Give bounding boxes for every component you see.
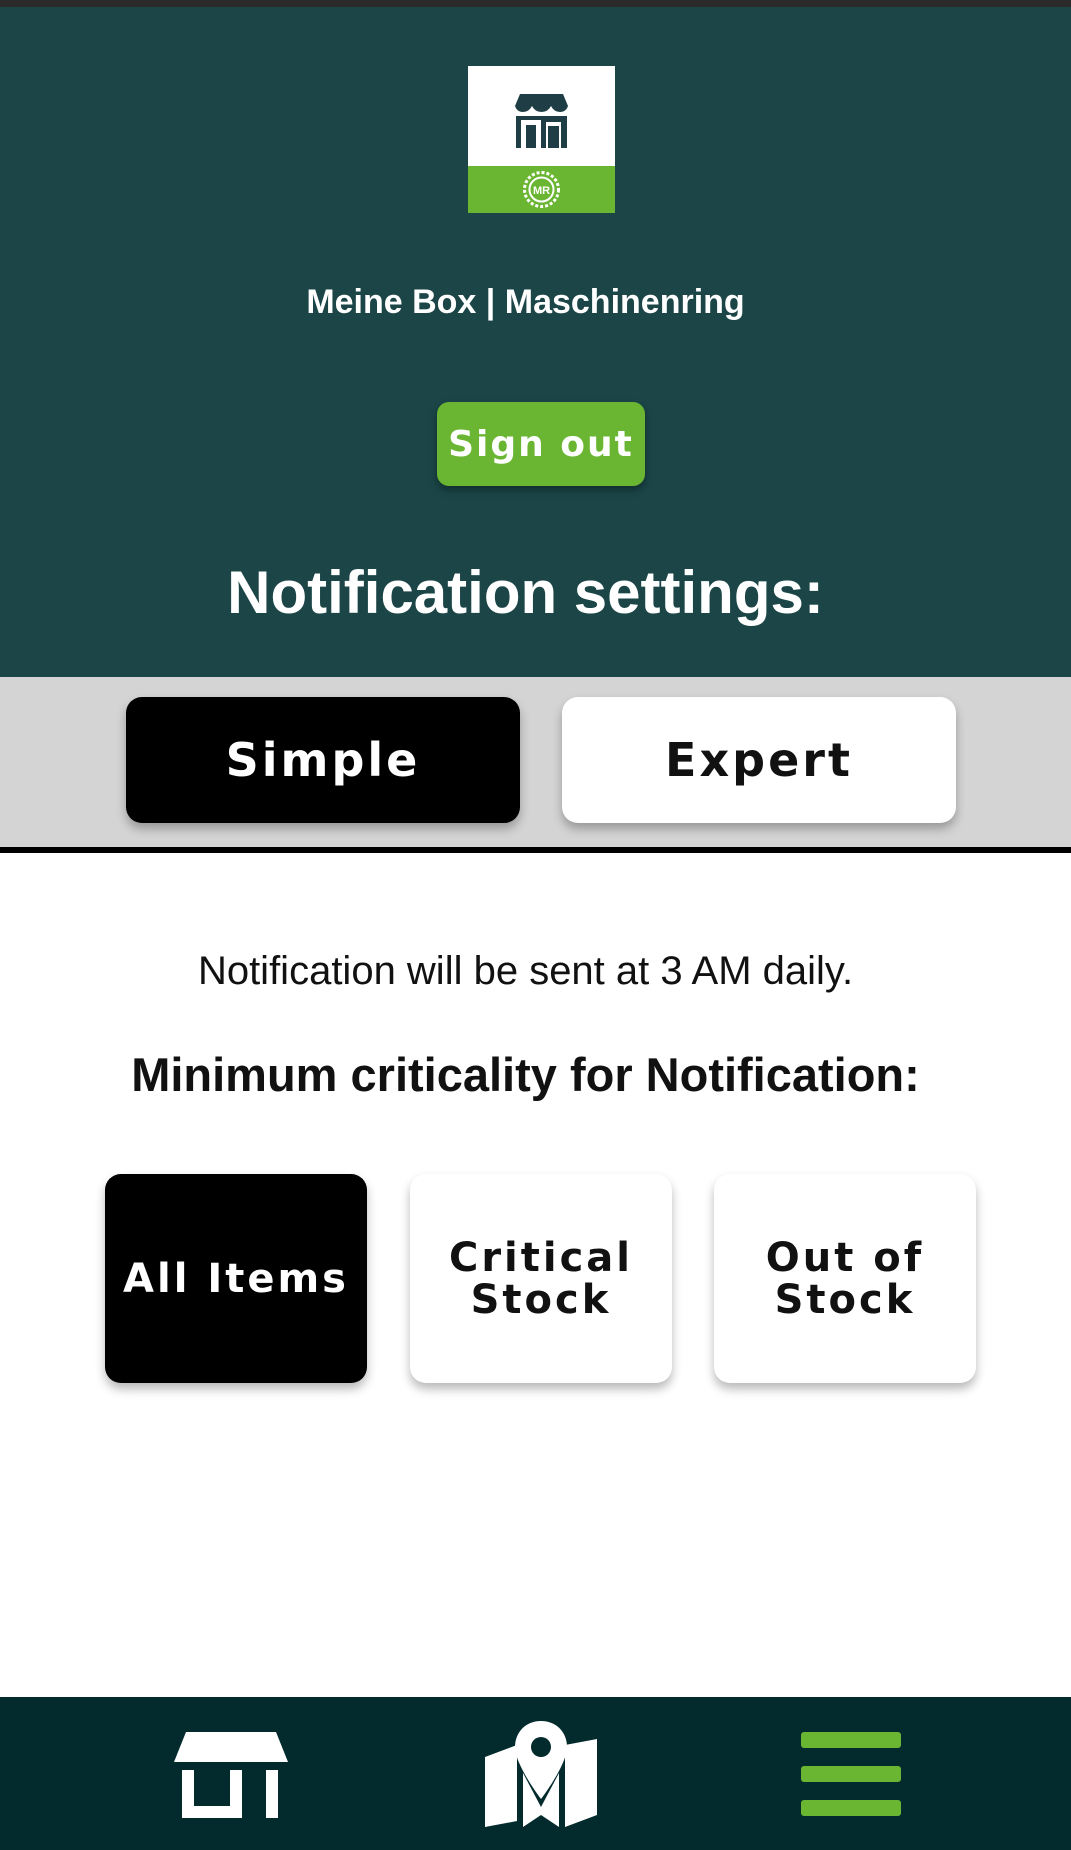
nav-map[interactable] <box>441 1697 641 1850</box>
menu-icon <box>801 1731 901 1816</box>
store-logo-icon <box>515 94 568 148</box>
notification-settings-title: Notification settings: <box>227 559 824 626</box>
sign-out-button[interactable]: Sign out <box>437 402 645 486</box>
option-out-of-stock-button[interactable]: Out of Stock <box>714 1174 976 1383</box>
mr-badge-icon: MR <box>468 166 615 213</box>
nav-menu[interactable] <box>751 1697 951 1850</box>
map-icon <box>485 1720 597 1827</box>
app-title: Meine Box | Maschinenring <box>306 283 745 321</box>
logo-badge-text: MR <box>533 185 550 197</box>
tab-expert[interactable]: Expert <box>562 697 956 823</box>
status-strip <box>0 0 1071 7</box>
option-critical-stock-button[interactable]: Critical Stock <box>410 1174 672 1383</box>
option-all-items-button[interactable]: All Items <box>105 1174 367 1383</box>
nav-shop[interactable] <box>131 1697 331 1850</box>
header: MR Meine Box | Maschinenring Sign out No… <box>0 7 1071 677</box>
bottom-navigation <box>0 1697 1071 1850</box>
tab-simple[interactable]: Simple <box>126 697 520 823</box>
mode-tab-bar: Simple Expert <box>0 677 1071 853</box>
app-logo: MR <box>468 66 615 213</box>
criticality-title: Minimum criticality for Notification: <box>131 1048 920 1101</box>
shop-icon <box>174 1731 288 1818</box>
notification-schedule-text: Notification will be sent at 3 AM daily. <box>197 949 854 993</box>
